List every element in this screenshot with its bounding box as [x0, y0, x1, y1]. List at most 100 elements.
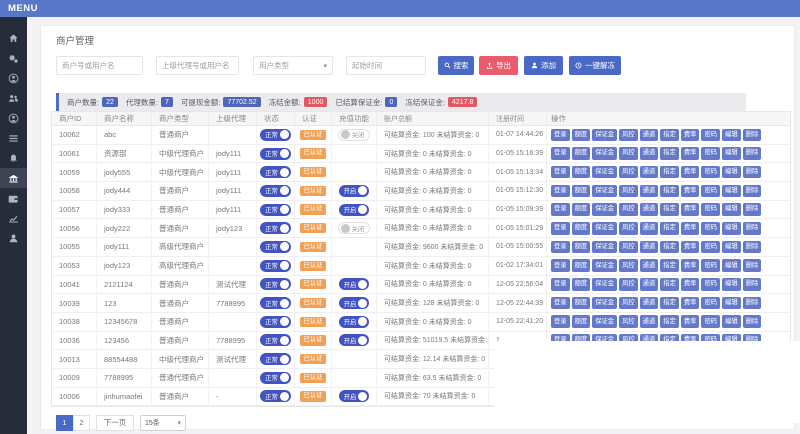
status-toggle[interactable]: 正常 [260, 166, 291, 178]
action-button-编辑[interactable]: 编辑 [722, 185, 741, 198]
auth-badge[interactable]: 已认证 [300, 167, 326, 177]
sidebar-item-settings[interactable] [0, 48, 27, 68]
action-button-风控[interactable]: 风控 [619, 297, 638, 310]
status-toggle[interactable]: 正常 [260, 148, 291, 160]
action-button-密码[interactable]: 密码 [701, 315, 720, 328]
action-button-删除[interactable]: 删除 [743, 315, 762, 328]
action-button-密码[interactable]: 密码 [701, 185, 720, 198]
action-button-额度[interactable]: 额度 [572, 147, 591, 160]
status-toggle[interactable]: 正常 [260, 353, 291, 365]
sidebar-item-account[interactable] [0, 68, 27, 88]
status-toggle[interactable]: 正常 [260, 241, 291, 253]
auth-badge[interactable]: 已认证 [300, 317, 326, 327]
action-button-通道[interactable]: 通道 [640, 241, 659, 254]
recharge-toggle-off[interactable]: 关闭 [338, 129, 371, 141]
action-button-登录[interactable]: 登录 [551, 259, 570, 272]
action-button-密码[interactable]: 密码 [701, 147, 720, 160]
recharge-toggle-on[interactable]: 开启 [339, 334, 370, 346]
auth-badge[interactable]: 已认证 [300, 261, 326, 271]
recharge-toggle-off[interactable]: 关闭 [338, 222, 371, 234]
page-button-1[interactable]: 1 [56, 415, 73, 431]
action-button-保证金[interactable]: 保证金 [592, 203, 617, 216]
sidebar-item-orders[interactable] [0, 128, 27, 148]
auth-badge[interactable]: 已认证 [300, 242, 326, 252]
action-button-密码[interactable]: 密码 [701, 297, 720, 310]
menu-toggle[interactable]: MENU [8, 3, 38, 14]
action-button-额度[interactable]: 额度 [572, 297, 591, 310]
auth-badge[interactable]: 已认证 [300, 335, 326, 345]
action-button-指定[interactable]: 指定 [660, 259, 679, 272]
merchant-id-input[interactable] [56, 56, 143, 75]
action-button-通道[interactable]: 通道 [640, 129, 659, 142]
action-button-额度[interactable]: 额度 [572, 259, 591, 272]
action-button-通道[interactable]: 通道 [640, 185, 659, 198]
action-button-保证金[interactable]: 保证金 [592, 259, 617, 272]
action-button-保证金[interactable]: 保证金 [592, 278, 617, 291]
action-button-编辑[interactable]: 编辑 [722, 203, 741, 216]
recharge-toggle-on[interactable]: 开启 [339, 204, 370, 216]
action-button-风控[interactable]: 风控 [619, 315, 638, 328]
action-button-登录[interactable]: 登录 [551, 241, 570, 254]
status-toggle[interactable]: 正常 [260, 222, 291, 234]
recharge-toggle-on[interactable]: 开启 [339, 297, 370, 309]
next-page-button[interactable]: 下一页 [96, 415, 134, 431]
action-button-登录[interactable]: 登录 [551, 297, 570, 310]
action-button-保证金[interactable]: 保证金 [592, 185, 617, 198]
status-toggle[interactable]: 正常 [260, 390, 291, 402]
action-button-密码[interactable]: 密码 [701, 241, 720, 254]
action-button-登录[interactable]: 登录 [551, 315, 570, 328]
auth-badge[interactable]: 已认证 [300, 130, 326, 140]
unfreeze-button[interactable]: 一键解冻 [569, 56, 621, 75]
action-button-删除[interactable]: 删除 [743, 166, 762, 179]
action-button-费率[interactable]: 费率 [681, 147, 700, 160]
auth-badge[interactable]: 已认证 [300, 223, 326, 233]
action-button-登录[interactable]: 登录 [551, 278, 570, 291]
action-button-额度[interactable]: 额度 [572, 166, 591, 179]
action-button-通道[interactable]: 通道 [640, 147, 659, 160]
action-button-保证金[interactable]: 保证金 [592, 147, 617, 160]
action-button-登录[interactable]: 登录 [551, 129, 570, 142]
action-button-通道[interactable]: 通道 [640, 315, 659, 328]
action-button-指定[interactable]: 指定 [660, 129, 679, 142]
recharge-toggle-on[interactable]: 开启 [339, 278, 370, 290]
action-button-登录[interactable]: 登录 [551, 222, 570, 235]
add-button[interactable]: 添加 [524, 56, 563, 75]
action-button-费率[interactable]: 费率 [681, 278, 700, 291]
action-button-密码[interactable]: 密码 [701, 129, 720, 142]
auth-badge[interactable]: 已认证 [300, 279, 326, 289]
action-button-登录[interactable]: 登录 [551, 203, 570, 216]
sidebar-item-members[interactable] [0, 88, 27, 108]
status-toggle[interactable]: 正常 [260, 334, 291, 346]
action-button-密码[interactable]: 密码 [701, 278, 720, 291]
action-button-编辑[interactable]: 编辑 [722, 222, 741, 235]
action-button-删除[interactable]: 删除 [743, 259, 762, 272]
action-button-删除[interactable]: 删除 [743, 203, 762, 216]
action-button-密码[interactable]: 密码 [701, 222, 720, 235]
sidebar-item-reports[interactable] [0, 208, 27, 228]
action-button-风控[interactable]: 风控 [619, 278, 638, 291]
action-button-额度[interactable]: 额度 [572, 203, 591, 216]
action-button-通道[interactable]: 通道 [640, 278, 659, 291]
action-button-风控[interactable]: 风控 [619, 129, 638, 142]
action-button-费率[interactable]: 费率 [681, 222, 700, 235]
action-button-风控[interactable]: 风控 [619, 259, 638, 272]
action-button-指定[interactable]: 指定 [660, 222, 679, 235]
action-button-费率[interactable]: 费率 [681, 185, 700, 198]
recharge-toggle-on[interactable]: 开启 [339, 390, 370, 402]
action-button-通道[interactable]: 通道 [640, 297, 659, 310]
action-button-指定[interactable]: 指定 [660, 166, 679, 179]
action-button-风控[interactable]: 风控 [619, 166, 638, 179]
status-toggle[interactable]: 正常 [260, 278, 291, 290]
action-button-保证金[interactable]: 保证金 [592, 241, 617, 254]
auth-badge[interactable]: 已认证 [300, 186, 326, 196]
action-button-额度[interactable]: 额度 [572, 129, 591, 142]
action-button-指定[interactable]: 指定 [660, 241, 679, 254]
action-button-编辑[interactable]: 编辑 [722, 166, 741, 179]
action-button-指定[interactable]: 指定 [660, 297, 679, 310]
action-button-费率[interactable]: 费率 [681, 315, 700, 328]
action-button-保证金[interactable]: 保证金 [592, 315, 617, 328]
action-button-额度[interactable]: 额度 [572, 185, 591, 198]
action-button-删除[interactable]: 删除 [743, 241, 762, 254]
action-button-额度[interactable]: 额度 [572, 241, 591, 254]
action-button-删除[interactable]: 删除 [743, 278, 762, 291]
